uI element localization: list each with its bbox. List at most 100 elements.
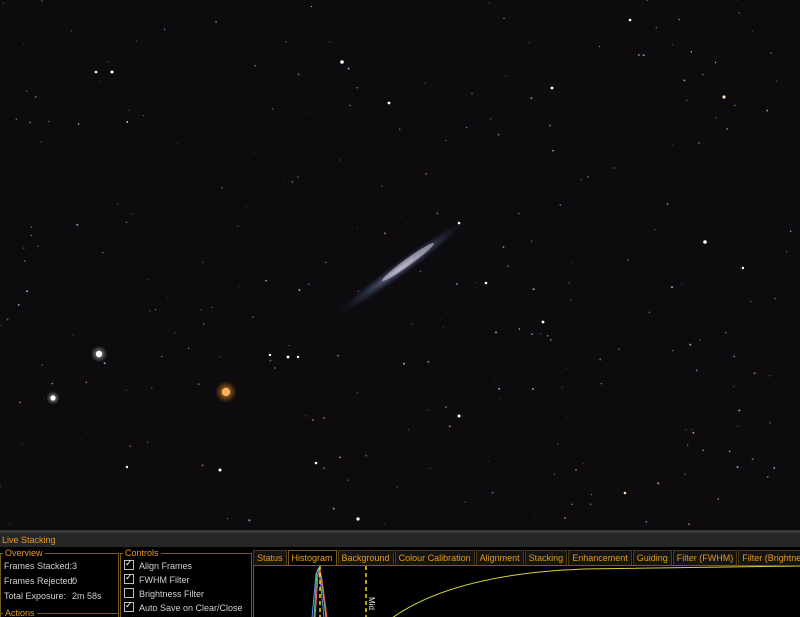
align-frames-check-icon[interactable] bbox=[124, 558, 134, 570]
faint-star bbox=[565, 368, 567, 369]
auto-save-checkbox[interactable]: Auto Save on Clear/Close bbox=[124, 600, 243, 614]
faint-star bbox=[736, 466, 739, 469]
faint-star bbox=[29, 121, 31, 124]
actions-legend: Actions bbox=[5, 608, 35, 617]
faint-star bbox=[766, 109, 769, 112]
star bbox=[387, 101, 391, 105]
faint-star bbox=[691, 429, 693, 430]
live-stacking-panel: Live Stacking Overview Frames Stacked: 3… bbox=[0, 533, 800, 617]
faint-star bbox=[27, 350, 28, 352]
faint-star bbox=[681, 283, 683, 285]
faint-star bbox=[163, 28, 166, 30]
faint-star bbox=[509, 486, 510, 488]
tab-background[interactable]: Background bbox=[337, 550, 394, 565]
star bbox=[741, 266, 745, 270]
faint-star bbox=[307, 283, 310, 286]
faint-star bbox=[285, 41, 287, 43]
tab-colour-calibration[interactable]: Colour Calibration bbox=[394, 550, 475, 565]
faint-star bbox=[626, 259, 629, 261]
faint-star bbox=[154, 308, 157, 311]
faint-star bbox=[337, 354, 339, 357]
stacked-image-preview[interactable] bbox=[0, 0, 800, 530]
faint-star bbox=[265, 279, 267, 282]
faint-star bbox=[29, 71, 31, 73]
tab-guiding[interactable]: Guiding bbox=[632, 550, 672, 565]
faint-star bbox=[311, 419, 314, 421]
brightness-filter-check-icon[interactable] bbox=[124, 588, 134, 598]
faint-star bbox=[786, 251, 788, 253]
faint-star bbox=[296, 176, 299, 179]
faint-star bbox=[690, 51, 693, 53]
auto-save-label: Auto Save on Clear/Close bbox=[139, 603, 243, 613]
tab-alignment[interactable]: Alignment bbox=[475, 550, 524, 565]
tab-filter-brightness[interactable]: Filter (Brightness) bbox=[738, 550, 800, 565]
faint-star bbox=[151, 387, 153, 389]
faint-star bbox=[445, 140, 447, 142]
faint-star bbox=[306, 111, 307, 113]
faint-star bbox=[598, 45, 601, 47]
fwhm-filter-check-icon[interactable] bbox=[124, 572, 134, 584]
faint-star bbox=[429, 467, 431, 469]
faint-star bbox=[200, 309, 202, 311]
auto-save-check-icon[interactable] bbox=[124, 600, 134, 612]
faint-star bbox=[100, 81, 101, 83]
tab-status[interactable]: Status bbox=[253, 550, 287, 565]
faint-star bbox=[282, 59, 284, 61]
faint-star bbox=[733, 355, 735, 358]
star bbox=[94, 70, 98, 74]
faint-star bbox=[540, 332, 542, 334]
faint-star bbox=[728, 450, 731, 453]
faint-star bbox=[347, 479, 349, 481]
faint-star bbox=[749, 300, 752, 303]
faint-star bbox=[685, 428, 687, 431]
faint-star bbox=[76, 223, 79, 226]
faint-star bbox=[711, 385, 713, 386]
brightness-filter-checkbox[interactable]: Brightness Filter bbox=[124, 588, 204, 600]
faint-star bbox=[464, 501, 466, 503]
faint-star bbox=[678, 18, 681, 21]
frames-stacked-row: Frames Stacked: 3 bbox=[4, 560, 77, 572]
faint-star bbox=[773, 467, 776, 470]
fwhm-filter-checkbox[interactable]: FWHM Filter bbox=[124, 572, 190, 586]
faint-star bbox=[561, 386, 563, 389]
align-frames-checkbox[interactable]: Align Frames bbox=[124, 558, 192, 572]
tab-enhancement[interactable]: Enhancement bbox=[568, 550, 632, 565]
faint-star bbox=[642, 54, 645, 57]
faint-star bbox=[0, 325, 2, 327]
faint-star bbox=[131, 213, 133, 215]
faint-star bbox=[489, 117, 492, 120]
faint-star bbox=[565, 417, 567, 418]
faint-star bbox=[143, 115, 145, 116]
faint-star bbox=[356, 227, 358, 229]
histogram-area[interactable]: Mid bbox=[253, 565, 800, 617]
faint-star bbox=[549, 124, 551, 127]
faint-star bbox=[282, 181, 284, 183]
faint-star bbox=[176, 143, 178, 145]
faint-star bbox=[445, 313, 447, 315]
faint-star bbox=[495, 331, 497, 334]
star bbox=[218, 468, 222, 472]
faint-star bbox=[384, 524, 385, 526]
fwhm-filter-label: FWHM Filter bbox=[139, 575, 190, 585]
faint-star bbox=[614, 503, 616, 504]
tab-histogram[interactable]: Histogram bbox=[287, 550, 337, 565]
faint-star bbox=[125, 389, 127, 391]
faint-star bbox=[419, 270, 422, 273]
tab-stacking[interactable]: Stacking bbox=[524, 550, 568, 565]
star bbox=[296, 355, 300, 359]
tab-filter-fwhm[interactable]: Filter (FWHM) bbox=[672, 550, 738, 565]
faint-star bbox=[557, 442, 559, 445]
faint-star bbox=[19, 401, 21, 404]
frames-stacked-label: Frames Stacked: bbox=[4, 561, 73, 571]
faint-star bbox=[733, 104, 736, 107]
controls-legend: Controls bbox=[125, 548, 159, 558]
faint-star bbox=[636, 437, 637, 438]
faint-star bbox=[528, 41, 531, 44]
faint-star bbox=[768, 374, 771, 377]
faint-star bbox=[383, 232, 386, 235]
faint-star bbox=[211, 306, 213, 309]
frames-rejected-value: 0 bbox=[72, 576, 78, 586]
faint-star bbox=[657, 482, 660, 485]
mid-marker-label: Mid bbox=[367, 597, 376, 610]
faint-star bbox=[497, 133, 500, 136]
